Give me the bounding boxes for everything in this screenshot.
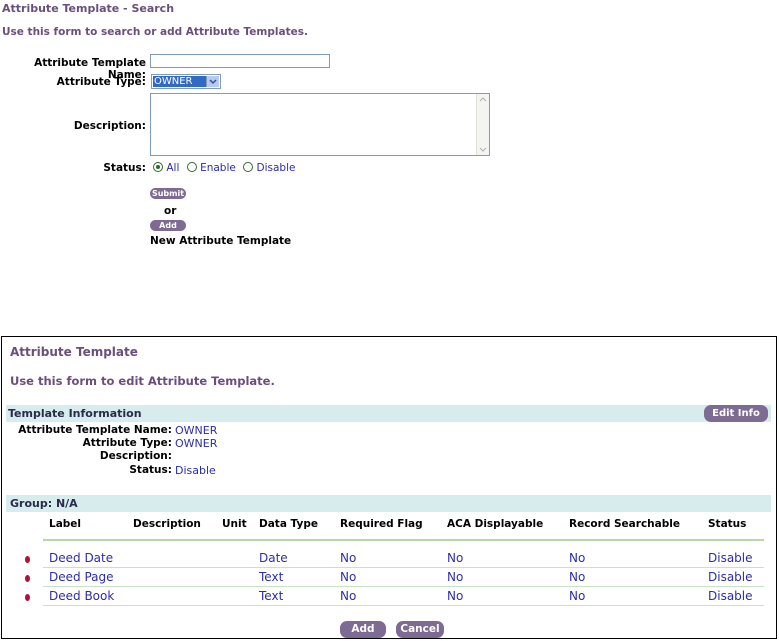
new-template-text: New Attribute Template <box>150 235 292 247</box>
row-label-link[interactable]: Deed Page <box>49 570 114 584</box>
row-aca-displayable: No <box>447 570 464 584</box>
description-label: Description: <box>73 120 146 132</box>
template-info-title: Template Information <box>8 407 142 420</box>
row-required-flag: No <box>340 551 357 565</box>
status-radio-disable[interactable]: Disable <box>243 162 295 174</box>
attribute-type-selected: OWNER <box>153 76 208 87</box>
header-divider <box>43 539 764 541</box>
row-divider <box>43 567 764 568</box>
status-radio-enable[interactable]: Enable <box>186 162 236 174</box>
add-button[interactable]: Add <box>340 621 386 638</box>
row-record-searchable: No <box>569 589 586 603</box>
info-value-status: Disable <box>175 464 216 477</box>
row-record-searchable: No <box>569 570 586 584</box>
info-label-description: Description: <box>99 450 172 462</box>
column-header-label: Label <box>49 518 82 530</box>
row-bullet-icon <box>25 575 30 582</box>
column-header-required-flag: Required Flag <box>340 518 423 530</box>
template-name-input[interactable] <box>150 54 330 68</box>
row-divider <box>43 605 764 606</box>
description-textarea[interactable] <box>150 93 490 156</box>
row-data-type: Text <box>259 589 284 603</box>
or-text: or <box>164 205 177 217</box>
submit-button[interactable]: Submit <box>150 188 186 199</box>
edit-info-button[interactable]: Edit Info <box>704 405 768 422</box>
column-header-aca-displayable: ACA Displayable <box>447 518 544 530</box>
column-header-data-type: Data Type <box>259 518 318 530</box>
row-status: Disable <box>708 551 753 565</box>
row-bullet-icon <box>25 594 30 601</box>
group-header <box>6 495 771 512</box>
status-radio-all[interactable]: All <box>153 162 179 174</box>
edit-page-subtitle: Use this form to edit Attribute Template… <box>10 374 275 388</box>
row-required-flag: No <box>340 570 357 584</box>
status-label: Status: <box>103 162 146 174</box>
search-page-subtitle: Use this form to search or add Attribute… <box>2 26 308 38</box>
row-data-type: Text <box>259 570 284 584</box>
group-title: Group: N/A <box>10 497 78 510</box>
row-label-link[interactable]: Deed Book <box>49 589 114 603</box>
info-value-type: OWNER <box>175 437 218 450</box>
column-header-record-searchable: Record Searchable <box>569 518 680 530</box>
column-header-status: Status <box>708 518 747 530</box>
search-page-title: Attribute Template - Search <box>2 2 175 15</box>
row-status: Disable <box>708 570 753 584</box>
row-required-flag: No <box>340 589 357 603</box>
row-aca-displayable: No <box>447 589 464 603</box>
cancel-button[interactable]: Cancel <box>396 621 444 638</box>
row-divider <box>43 586 764 587</box>
add-template-button[interactable]: Add <box>150 220 186 231</box>
row-aca-displayable: No <box>447 551 464 565</box>
row-bullet-icon <box>25 556 30 563</box>
row-data-type: Date <box>259 551 288 565</box>
description-scrollbar[interactable] <box>476 94 489 155</box>
info-label-status: Status: <box>129 464 172 476</box>
edit-page-title: Attribute Template <box>10 345 138 359</box>
row-record-searchable: No <box>569 551 586 565</box>
row-label-link[interactable]: Deed Date <box>49 551 113 565</box>
column-header-description: Description <box>133 518 201 530</box>
info-label-name: Attribute Template Name: <box>18 424 172 436</box>
column-header-unit: Unit <box>222 518 247 530</box>
info-label-type: Attribute Type: <box>82 437 172 449</box>
chevron-down-icon[interactable] <box>206 76 219 87</box>
attribute-type-select[interactable]: OWNER <box>151 74 221 89</box>
status-radio-group: All Enable Disable <box>153 162 295 174</box>
info-value-name: OWNER <box>175 424 218 437</box>
row-status: Disable <box>708 589 753 603</box>
attribute-type-label: Attribute Type: <box>56 76 146 88</box>
